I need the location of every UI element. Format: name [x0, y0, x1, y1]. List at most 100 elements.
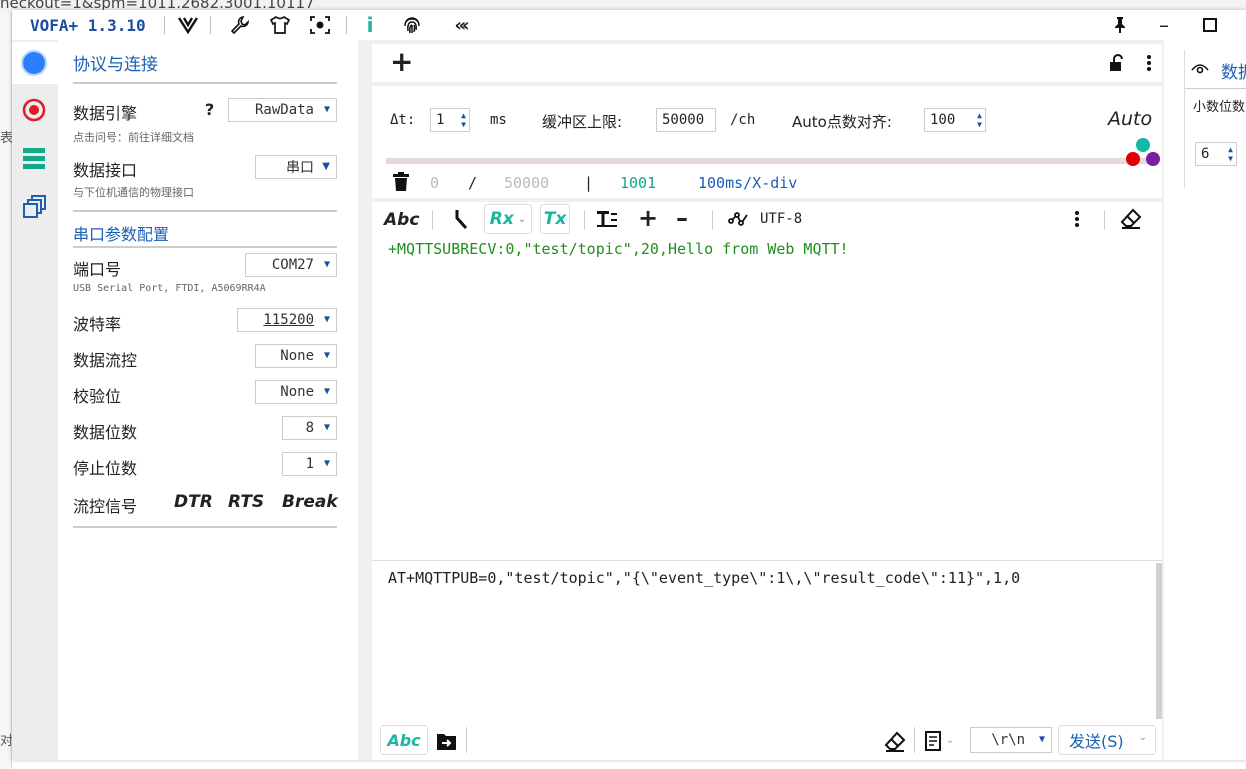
- tx-toggle[interactable]: Tx: [540, 204, 570, 234]
- iface-label: 数据接口: [73, 161, 138, 180]
- minimize-icon[interactable]: –: [1152, 13, 1176, 37]
- divider: [73, 82, 337, 84]
- divider: [584, 210, 585, 230]
- spinner-arrows-icon: ▲ ▼: [1228, 145, 1233, 163]
- dt-value: 1: [436, 112, 445, 128]
- camera-focus-icon[interactable]: [308, 14, 332, 36]
- received-text: +MQTTSUBRECV:0,"test/topic",20,Hello fro…: [388, 240, 849, 258]
- slider-handle-purple[interactable]: [1146, 152, 1160, 166]
- rx-toggle[interactable]: Rx ⌄: [484, 204, 532, 234]
- dtr-button[interactable]: DTR: [174, 492, 213, 512]
- right-panel-title: 数据: [1221, 63, 1246, 83]
- stat-count: 0: [430, 174, 440, 192]
- send-button[interactable]: 发送(S) ⌄: [1058, 725, 1156, 755]
- signal-label: 流控信号: [73, 497, 138, 516]
- pin-icon[interactable]: [1108, 14, 1132, 36]
- fingerprint-icon[interactable]: [400, 14, 424, 36]
- more-icon[interactable]: [1146, 52, 1152, 74]
- send-abc-button[interactable]: Abc: [380, 725, 428, 755]
- panel-title: 协议与连接: [73, 55, 158, 75]
- engine-select[interactable]: RawData ▼: [228, 98, 337, 122]
- history-icon[interactable]: [924, 731, 942, 751]
- divider: [1185, 88, 1246, 89]
- blue-dot-icon[interactable]: [23, 52, 45, 74]
- auto-align-spinner[interactable]: 100 ▲ ▼: [924, 108, 986, 132]
- buf-unit: /ch: [730, 112, 756, 128]
- break-button[interactable]: Break: [282, 492, 338, 512]
- slider-handle-red[interactable]: [1126, 152, 1140, 166]
- port-select[interactable]: COM27 ▼: [245, 253, 337, 277]
- divider: [73, 246, 337, 248]
- flow-select[interactable]: None ▼: [255, 344, 337, 368]
- trash-icon[interactable]: [392, 172, 410, 192]
- engine-help-button[interactable]: ?: [205, 100, 214, 119]
- send-panel: AT+MQTTPUB=0,"test/topic","{\"event_type…: [372, 560, 1162, 760]
- plus-icon[interactable]: +: [638, 204, 658, 232]
- parity-label: 校验位: [73, 387, 122, 406]
- decimal-spinner[interactable]: 6 ▲ ▼: [1195, 142, 1237, 166]
- target-icon[interactable]: [22, 98, 46, 122]
- divider: [432, 210, 433, 230]
- encoding-label[interactable]: UTF-8: [760, 211, 802, 227]
- parity-select[interactable]: None ▼: [255, 380, 337, 404]
- chevron-down-icon: ▼: [323, 386, 330, 397]
- line-end-value: \r\n: [991, 732, 1025, 748]
- dt-unit: ms: [490, 112, 507, 128]
- eraser-icon[interactable]: [884, 731, 906, 753]
- divider: [1104, 210, 1105, 230]
- slider-handle-teal[interactable]: [1136, 138, 1150, 152]
- maximize-icon[interactable]: [1198, 14, 1222, 36]
- info-icon[interactable]: i: [358, 13, 382, 37]
- divider: [164, 16, 165, 34]
- databits-select[interactable]: 8 ▼: [282, 416, 337, 440]
- engine-label: 数据引擎: [73, 104, 138, 123]
- tshirt-icon[interactable]: [268, 14, 292, 36]
- iface-value: 串口: [286, 160, 314, 176]
- wrench-icon[interactable]: [228, 14, 252, 36]
- vofa-window: VOFA+ 1.3.10 i «‹ – 协议与连接 数据引擎 ? RawData…: [12, 10, 1246, 760]
- iface-select[interactable]: 串口 ▼: [255, 155, 337, 179]
- divider: [466, 727, 467, 753]
- eye-icon[interactable]: [1191, 60, 1209, 76]
- minus-icon[interactable]: –: [676, 204, 688, 232]
- more-icon[interactable]: [1074, 208, 1080, 230]
- buf-value: 50000: [662, 112, 705, 128]
- engine-sub: 点击问号：前往详细文档: [73, 131, 194, 144]
- scrollbar[interactable]: [1156, 563, 1162, 719]
- unlock-icon[interactable]: [1108, 54, 1126, 72]
- chevron-down-icon: ▼: [323, 458, 330, 469]
- eraser-icon[interactable]: [1120, 208, 1142, 230]
- port-label: 端口号: [73, 260, 122, 279]
- buf-input[interactable]: 50000: [656, 108, 716, 132]
- baud-value: 115200: [263, 312, 314, 328]
- iface-sub: 与下位机通信的物理接口: [73, 186, 194, 199]
- chevron-down-icon: ▼: [323, 259, 330, 270]
- divider: [346, 16, 347, 34]
- receive-toolbar: Abc Rx ⌄ Tx + – UTF-8: [372, 202, 1162, 236]
- send-file-icon[interactable]: [436, 731, 458, 751]
- databits-value: 8: [305, 420, 314, 436]
- chevron-down-icon: ⌄: [1138, 732, 1147, 743]
- divider: [73, 210, 337, 212]
- chevron-down-icon: ▼: [323, 104, 330, 115]
- stopbits-select[interactable]: 1 ▼: [282, 452, 337, 476]
- line-end-select[interactable]: \r\n ▼: [970, 727, 1052, 753]
- graph-icon[interactable]: [728, 211, 748, 227]
- abc-button[interactable]: Abc: [384, 210, 419, 230]
- rts-button[interactable]: RTS: [228, 492, 264, 512]
- add-tab-button[interactable]: +: [390, 46, 413, 78]
- stack-icon[interactable]: [22, 146, 46, 170]
- text-format-icon[interactable]: [596, 208, 618, 230]
- auto-button[interactable]: Auto: [1108, 108, 1152, 130]
- windows-icon[interactable]: [22, 194, 46, 220]
- baud-select[interactable]: 115200 ▼: [237, 308, 337, 332]
- timestamp-icon[interactable]: [454, 208, 468, 230]
- range-slider-track[interactable]: [386, 158, 1150, 164]
- main-area: + Δt: 1 ▲ ▼ ms 缓冲区上限: 50000 /ch Auto点数对齐: …: [358, 40, 1164, 760]
- dt-spinner[interactable]: 1 ▲ ▼: [430, 108, 470, 132]
- vofa-logo-icon[interactable]: [176, 14, 200, 36]
- port-value: COM27: [271, 257, 314, 273]
- title-bar: VOFA+ 1.3.10 i «‹ –: [12, 10, 1246, 40]
- collapse-left-icon[interactable]: «‹: [448, 14, 472, 36]
- send-textarea[interactable]: AT+MQTTPUB=0,"test/topic","{\"event_type…: [388, 569, 1020, 587]
